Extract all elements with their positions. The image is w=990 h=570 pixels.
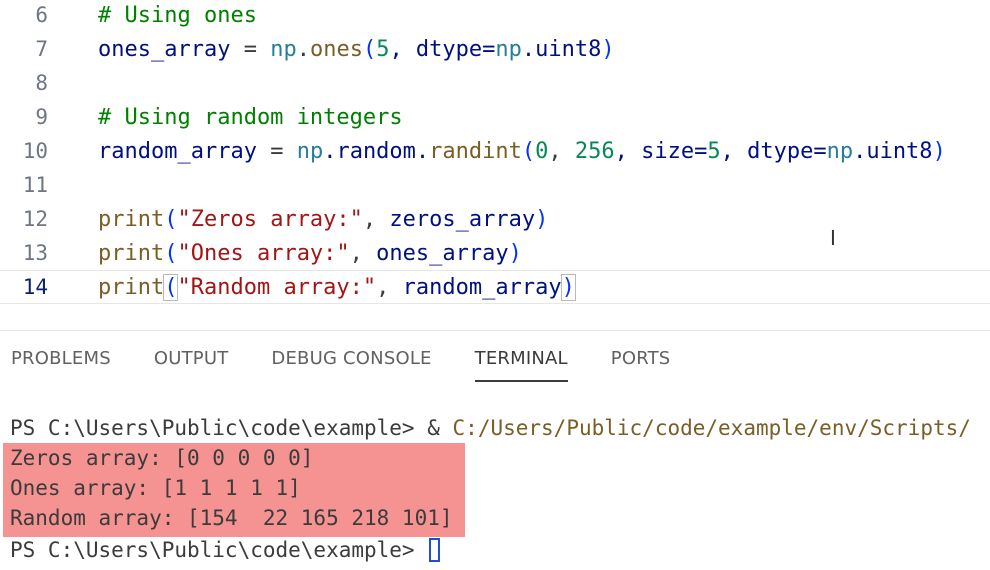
separator-token: , — [349, 240, 377, 266]
line-number: 6 — [35, 3, 48, 27]
code-line[interactable]: 6 # Using ones — [0, 0, 990, 32]
code-text: ones_array = np.ones(5, dtype=np.uint8) — [98, 37, 615, 62]
code-text: print("Random array:", random_array) — [98, 273, 576, 301]
matched-bracket: ) — [560, 273, 576, 301]
terminal-view[interactable]: PS C:\Users\Public\code\example> & C:/Us… — [0, 403, 990, 570]
paren-token: ( — [164, 240, 178, 266]
line-number: 14 — [22, 275, 48, 299]
terminal-output-line: Zeros array: [0 0 0 0 0] — [10, 446, 314, 470]
terminal-output-line: Random array: [154 22 165 218 101] — [10, 506, 453, 530]
paren-token: ) — [601, 36, 615, 62]
paren-token: ( — [521, 138, 536, 164]
terminal-prompt: PS C:\Users\Public\code\example> — [10, 416, 428, 440]
variable-token: random_array — [402, 274, 562, 300]
line-number: 12 — [22, 207, 48, 231]
function-token: print — [98, 274, 165, 300]
code-line[interactable]: 11 — [0, 168, 990, 202]
line-number: 9 — [35, 105, 48, 129]
function-token: ones — [309, 36, 363, 62]
module-token: np — [495, 36, 522, 62]
panel-tabs: PROBLEMS OUTPUT DEBUG CONSOLE TERMINAL P… — [0, 331, 990, 385]
ibeam-cursor-icon: I — [830, 226, 836, 250]
number-token: 256 — [574, 138, 615, 164]
argument-token: , dtype= — [720, 138, 827, 164]
code-text: print("Zeros array:", zeros_array) — [98, 207, 548, 232]
variable-token: zeros_array — [389, 206, 536, 232]
tab-terminal[interactable]: TERMINAL — [474, 331, 568, 385]
separator-token: , — [376, 274, 403, 300]
terminal-prompt-line[interactable]: PS C:\Users\Public\code\example> — [10, 535, 441, 565]
bottom-panel: PROBLEMS OUTPUT DEBUG CONSOLE TERMINAL P… — [0, 330, 990, 569]
string-token: "Ones array:" — [177, 240, 350, 266]
line-number: 7 — [35, 37, 48, 61]
code-line[interactable]: 12 print("Zeros array:", zeros_array) — [0, 202, 990, 236]
paren-token: ( — [164, 206, 178, 232]
string-token: "Zeros array:" — [177, 206, 363, 232]
code-line[interactable]: 9 # Using random integers — [0, 100, 990, 134]
line-number: 11 — [22, 173, 48, 197]
number-token: 5 — [707, 138, 721, 164]
line-number: 10 — [22, 139, 48, 163]
module-token: np — [296, 138, 324, 164]
terminal-output-line: Ones array: [1 1 1 1 1] — [10, 476, 301, 500]
tab-output[interactable]: OUTPUT — [154, 331, 229, 385]
tab-ports[interactable]: PORTS — [611, 331, 671, 385]
current-code-line[interactable]: 14 print("Random array:", random_array) — [0, 270, 990, 304]
variable-token: random_array — [98, 138, 257, 164]
operator-token: = — [230, 36, 271, 62]
argument-token: , dtype= — [389, 36, 496, 62]
terminal-prompt: PS C:\Users\Public\code\example> — [10, 538, 428, 562]
attribute-token: .uint8 — [521, 36, 602, 62]
paren-token: ) — [508, 240, 522, 266]
code-text: print("Ones array:", ones_array) — [98, 241, 522, 266]
comment-token: # Using random integers — [98, 104, 403, 130]
code-text: # Using ones — [98, 3, 257, 28]
code-line[interactable]: 10 random_array = np.random.randint(0, 2… — [0, 134, 990, 168]
matched-bracket: ( — [163, 273, 179, 301]
code-line[interactable]: 13 print("Ones array:", ones_array) — [0, 236, 990, 270]
code-editor[interactable]: 6 # Using ones 7 ones_array = np.ones(5,… — [0, 0, 990, 318]
function-token: print — [98, 206, 165, 232]
code-text: random_array = np.random.randint(0, 256,… — [98, 139, 946, 164]
module-token: np — [270, 36, 297, 62]
paren-token: ) — [932, 138, 946, 164]
module-token: np — [826, 138, 854, 164]
command-operator: & — [427, 416, 453, 440]
function-token: print — [98, 240, 165, 266]
function-token: randint — [429, 138, 522, 164]
separator-token: , — [362, 206, 390, 232]
variable-token: ones_array — [98, 36, 231, 62]
terminal-cursor — [429, 538, 441, 562]
tab-debug-console[interactable]: DEBUG CONSOLE — [271, 331, 431, 385]
attribute-token: .random. — [323, 138, 430, 164]
terminal-command-line: PS C:\Users\Public\code\example> & C:/Us… — [10, 413, 971, 443]
separator-token: , — [548, 138, 575, 164]
number-token: 5 — [376, 36, 390, 62]
tab-problems[interactable]: PROBLEMS — [11, 331, 111, 385]
dot-token: . — [296, 36, 310, 62]
string-token: "Random array:" — [177, 274, 377, 300]
number-token: 0 — [535, 138, 549, 164]
attribute-token: .uint8 — [853, 138, 933, 164]
operator-token: = — [256, 138, 297, 164]
variable-token: ones_array — [376, 240, 509, 266]
argument-token: , size= — [614, 138, 708, 164]
line-number: 8 — [35, 71, 48, 95]
line-number: 13 — [22, 241, 48, 265]
code-line[interactable]: 8 — [0, 66, 990, 100]
code-text: # Using random integers — [98, 105, 403, 130]
paren-token: ) — [535, 206, 549, 232]
paren-token: ( — [362, 36, 377, 62]
command-path: C:/Users/Public/code/example/env/Scripts… — [452, 416, 971, 440]
comment-token: # Using ones — [98, 2, 257, 28]
code-line[interactable]: 7 ones_array = np.ones(5, dtype=np.uint8… — [0, 32, 990, 66]
